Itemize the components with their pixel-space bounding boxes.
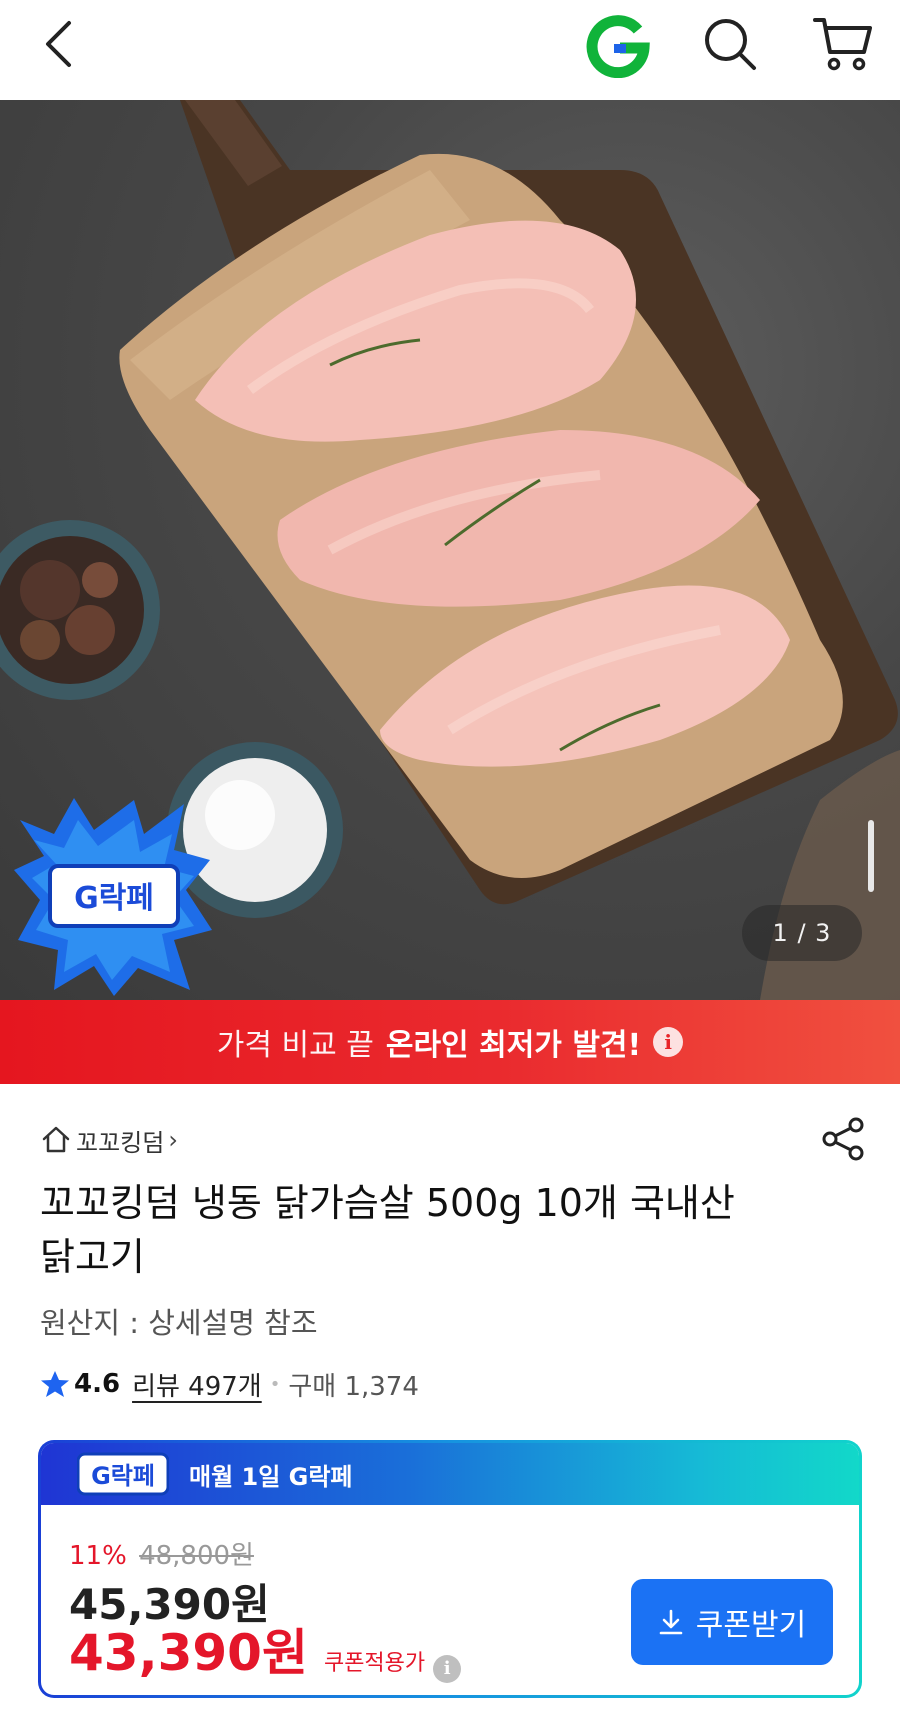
store-name: 꼬꼬킹덤 xyxy=(76,1128,165,1157)
chevron-right-icon: › xyxy=(168,1126,178,1154)
get-coupon-label: 쿠폰받기 xyxy=(695,1608,807,1643)
promo-bold-text: 온라인 최저가 발견! xyxy=(385,1028,642,1063)
deal-card: G락페 매월 1일 G락페 11% 48,800원 45,390원 43,390… xyxy=(38,1440,862,1698)
share-icon xyxy=(822,1117,864,1161)
deal-logo-text: G락페 xyxy=(91,1462,155,1490)
scroll-handle[interactable] xyxy=(868,820,874,892)
g-rock-festival-logo: G락페 xyxy=(77,1452,169,1496)
star-icon xyxy=(41,1371,69,1397)
back-button[interactable] xyxy=(34,18,82,70)
discount-row: 11% 48,800원 xyxy=(69,1535,254,1572)
purchase-count: 구매 1,374 xyxy=(288,1371,419,1402)
g-logo-icon xyxy=(586,15,650,79)
home-icon xyxy=(42,1126,70,1153)
get-coupon-button[interactable]: 쿠폰받기 xyxy=(631,1579,833,1665)
page-indicator: 1 / 3 xyxy=(742,905,862,961)
deal-header: G락페 매월 1일 G락페 xyxy=(41,1443,859,1505)
product-origin: 원산지 : 상세설명 참조 xyxy=(40,1306,318,1340)
promo-normal-text: 가격 비교 끝 xyxy=(216,1028,374,1063)
download-icon xyxy=(659,1609,683,1635)
info-icon[interactable]: i xyxy=(433,1654,462,1683)
deal-header-text: 매월 1일 G락페 xyxy=(189,1462,353,1491)
top-bar xyxy=(0,0,900,100)
lowest-price-banner[interactable]: 가격 비교 끝 온라인 최저가 발견! i xyxy=(0,1000,900,1084)
gmarket-logo-button[interactable] xyxy=(586,14,650,79)
badge-text: G락페 xyxy=(74,881,154,916)
product-image-carousel[interactable]: G락페 1 / 3 xyxy=(0,100,900,1000)
coupon-price: 43,390원 xyxy=(69,1624,308,1682)
coupon-price-label: 쿠폰적용가 xyxy=(323,1651,426,1676)
chevron-left-icon xyxy=(46,21,71,67)
info-icon[interactable]: i xyxy=(653,1027,684,1057)
share-button[interactable] xyxy=(820,1116,866,1162)
coupon-price-row: 43,390원 쿠폰적용가 i xyxy=(69,1613,462,1685)
cart-icon xyxy=(813,18,872,71)
discount-percent: 11% xyxy=(69,1541,127,1571)
search-button[interactable] xyxy=(700,14,760,74)
store-link[interactable]: 꼬꼬킹덤 › xyxy=(40,1122,178,1158)
product-title: 꼬꼬킹덤 냉동 닭가슴살 500g 10개 국내산 닭고기 xyxy=(40,1181,735,1279)
separator-dot: • xyxy=(269,1373,281,1395)
rating-score: 4.6 xyxy=(74,1369,121,1399)
rating-row: 4.6 리뷰 497개 • 구매 1,374 xyxy=(40,1364,419,1404)
g-rock-festival-badge: G락페 xyxy=(14,798,212,996)
review-link[interactable]: 리뷰 497개 xyxy=(132,1366,262,1403)
cart-button[interactable] xyxy=(812,12,874,74)
original-price: 48,800원 xyxy=(139,1541,254,1571)
search-icon xyxy=(705,19,756,70)
